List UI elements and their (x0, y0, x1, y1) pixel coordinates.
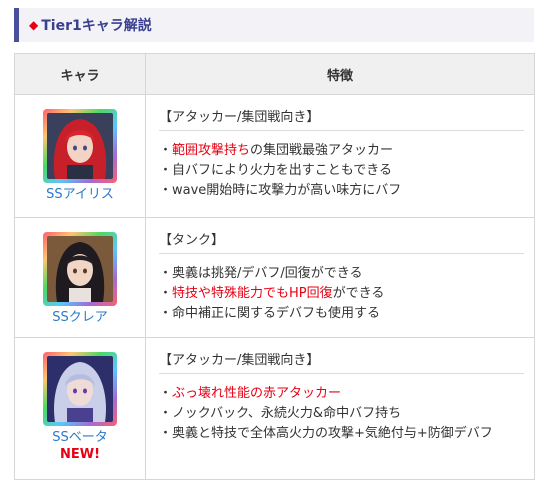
section-title: Tier1キャラ解説 (41, 18, 152, 34)
feature-bullet: ・範囲攻撃持ちの集団戦最強アタッカー (159, 143, 394, 158)
feature-bullet: ・ぶっ壊れ性能の赤アタッカー (159, 386, 342, 401)
character-cell: SSアイリス (14, 94, 146, 218)
diamond-icon: ◆ (29, 18, 39, 32)
header-character: キャラ (14, 53, 146, 95)
character-name[interactable]: SSクレア (15, 309, 145, 326)
header-features: 特徴 (145, 53, 535, 95)
features-cell: 【アタッカー/集団戦向き】 ・範囲攻撃持ちの集団戦最強アタッカー ・自バフにより… (145, 94, 535, 218)
avatar-image (47, 356, 113, 422)
role-label: 【タンク】 (159, 228, 524, 254)
new-badge: NEW! (59, 447, 101, 462)
character-avatar-beta[interactable] (43, 352, 117, 426)
table-header-row: キャラ 特徴 (14, 53, 535, 95)
avatar-image (47, 236, 113, 302)
feature-bullet: ・特技や特殊能力でもHP回復ができる (159, 286, 385, 301)
role-label: 【アタッカー/集団戦向き】 (159, 105, 524, 131)
features-cell: 【アタッカー/集団戦向き】 ・ぶっ壊れ性能の赤アタッカー ・ノックバック、永続火… (145, 337, 535, 480)
table-row: SSクレア 【タンク】 ・奥義は挑発/デバフ/回復ができる ・特技や特殊能力でも… (14, 217, 535, 338)
table-row: SSベータ NEW! 【アタッカー/集団戦向き】 ・ぶっ壊れ性能の赤アタッカー … (14, 337, 535, 480)
tier-table: キャラ 特徴 SSアイリス 【アタッカー/集団戦向き】 ・範囲攻撃持ちの集団戦最… (14, 53, 535, 480)
feature-bullet: ・奥義と特技で全体高火力の攻撃+気絶付与+防御デバフ (159, 426, 493, 441)
feature-bullet: ・ノックバック、永続火力&命中バフ持ち (159, 406, 402, 421)
character-cell: SSクレア (14, 217, 146, 338)
feature-bullet: ・命中補正に関するデバフも使用する (159, 306, 381, 321)
features-cell: 【タンク】 ・奥義は挑発/デバフ/回復ができる ・特技や特殊能力でもHP回復がで… (145, 217, 535, 338)
character-name[interactable]: SSベータ (15, 429, 145, 446)
section-heading: ◆ Tier1キャラ解説 (14, 8, 534, 42)
table-row: SSアイリス 【アタッカー/集団戦向き】 ・範囲攻撃持ちの集団戦最強アタッカー … (14, 94, 535, 218)
role-label: 【アタッカー/集団戦向き】 (159, 348, 524, 374)
avatar-image (47, 113, 113, 179)
character-avatar-iris[interactable] (43, 109, 117, 183)
feature-bullet: ・wave開始時に攻撃力が高い味方にバフ (159, 183, 402, 198)
character-cell: SSベータ NEW! (14, 337, 146, 480)
feature-bullet: ・自バフにより火力を出すこともできる (159, 163, 392, 178)
feature-bullet: ・奥義は挑発/デバフ/回復ができる (159, 266, 363, 281)
character-avatar-claire[interactable] (43, 232, 117, 306)
character-name[interactable]: SSアイリス (15, 186, 145, 203)
